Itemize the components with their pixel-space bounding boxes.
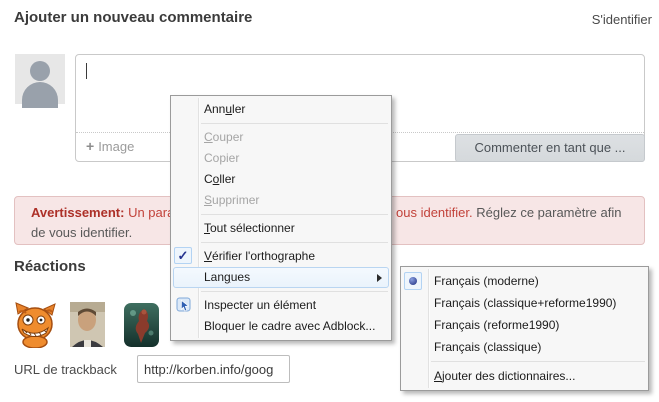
cat-cartoon-avatar[interactable]: [14, 302, 57, 353]
menu-item-couper[interactable]: Couper: [173, 127, 389, 148]
submenu-item-francais-moderne[interactable]: Français (moderne): [403, 270, 646, 292]
signin-link[interactable]: S'identifier: [592, 12, 652, 27]
menu-item-inspecter-element[interactable]: Inspecter un élément: [173, 295, 389, 316]
man-photo-avatar[interactable]: [70, 302, 105, 352]
menu-item-bloquer-adblock[interactable]: Bloquer le cadre avec Adblock...: [173, 316, 389, 337]
menu-item-copier[interactable]: Copier: [173, 148, 389, 169]
menu-item-coller[interactable]: Coller: [173, 169, 389, 190]
warning-line1-right: ous identifier. Réglez ce paramètre afin: [396, 205, 621, 220]
radio-selected-icon: [404, 272, 422, 290]
avatar-placeholder: [15, 54, 65, 104]
trackback-url-input[interactable]: [137, 355, 290, 383]
submenu-item-ajouter-dictionnaires[interactable]: Ajouter des dictionnaires...: [403, 365, 646, 387]
fantasy-art-avatar[interactable]: [124, 303, 159, 352]
context-menu: Annuler Couper Copier Coller Supprimer T…: [170, 95, 392, 341]
check-icon: ✓: [174, 247, 192, 264]
warning-line1-left: Avertissement: Un para: [31, 205, 174, 220]
comment-as-button[interactable]: Commenter en tant que ...: [455, 134, 645, 162]
page: Ajouter un nouveau commentaire S'identif…: [0, 0, 659, 402]
menu-item-langues[interactable]: Langues: [173, 267, 389, 288]
plus-icon: +: [86, 138, 94, 154]
submenu-arrow-icon: [377, 274, 382, 282]
add-image-button[interactable]: + Image: [86, 138, 134, 154]
menu-separator: [201, 242, 388, 243]
trackback-label: URL de trackback: [14, 362, 117, 377]
menu-separator: [201, 123, 388, 124]
menu-item-verifier-orthographe[interactable]: ✓ Vérifier l'orthographe: [173, 246, 389, 267]
reactions-title: Réactions: [14, 258, 86, 275]
menu-separator: [431, 361, 645, 362]
warning-line2: de vous identifier.: [31, 225, 132, 240]
menu-separator: [201, 214, 388, 215]
menu-separator: [201, 291, 388, 292]
menu-item-annuler[interactable]: Annuler: [173, 99, 389, 120]
warning-label: Avertissement:: [31, 205, 124, 220]
add-image-label: Image: [98, 139, 134, 154]
avatar-person-icon: [30, 61, 50, 81]
menu-item-tout-selectionner[interactable]: Tout sélectionner: [173, 218, 389, 239]
text-caret: [86, 63, 87, 79]
submenu-item-francais-reforme1990[interactable]: Français (reforme1990): [403, 314, 646, 336]
menu-item-supprimer[interactable]: Supprimer: [173, 190, 389, 211]
submenu-item-francais-classique-reforme1990[interactable]: Français (classique+reforme1990): [403, 292, 646, 314]
page-title: Ajouter un nouveau commentaire: [14, 9, 252, 26]
submenu-item-francais-classique[interactable]: Français (classique): [403, 336, 646, 358]
language-submenu: Français (moderne) Français (classique+r…: [400, 266, 649, 391]
